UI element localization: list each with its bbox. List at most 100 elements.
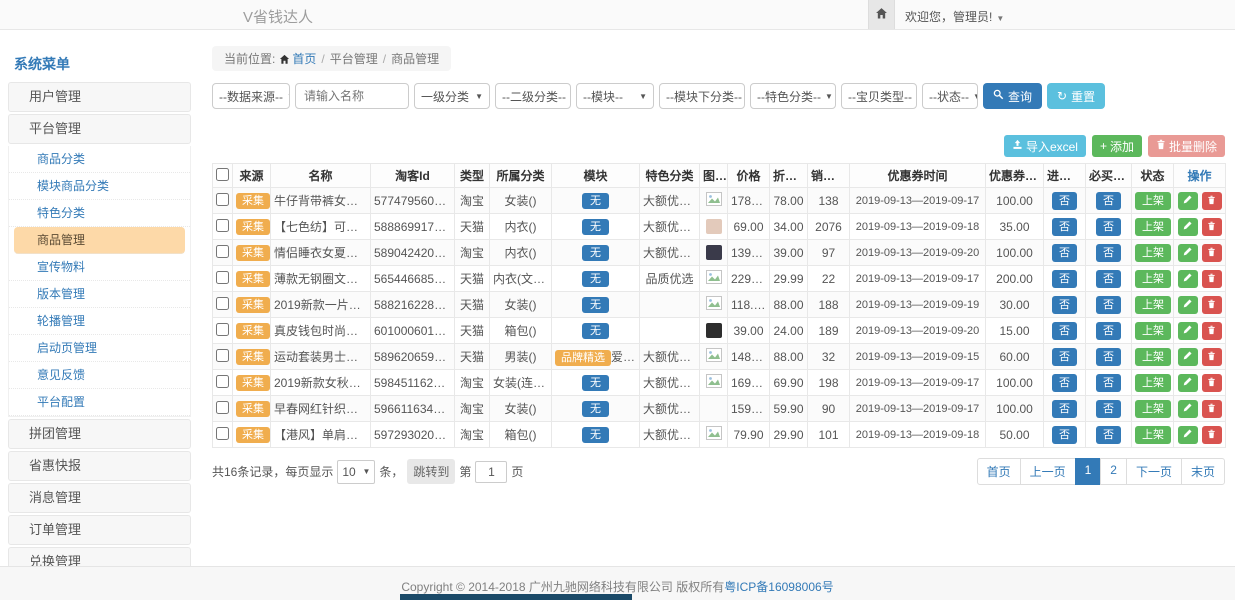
must-buy-button[interactable]: 否: [1096, 348, 1121, 366]
status-button[interactable]: 上架: [1135, 374, 1171, 392]
must-buy-button[interactable]: 否: [1096, 192, 1121, 210]
edit-button[interactable]: [1178, 374, 1198, 392]
delete-button[interactable]: [1202, 400, 1222, 418]
status-button[interactable]: 上架: [1135, 192, 1171, 210]
row-checkbox[interactable]: [216, 375, 229, 388]
delete-button[interactable]: [1202, 218, 1222, 236]
delete-button[interactable]: [1202, 296, 1222, 314]
row-checkbox[interactable]: [216, 219, 229, 232]
status-button[interactable]: 上架: [1135, 270, 1171, 288]
page-number-button[interactable]: 1: [1075, 458, 1102, 485]
must-buy-button[interactable]: 否: [1096, 426, 1121, 444]
must-buy-button[interactable]: 否: [1096, 244, 1121, 262]
last-page-button[interactable]: 末页: [1181, 458, 1225, 485]
breadcrumb-home-link[interactable]: 首页: [292, 52, 316, 66]
row-checkbox[interactable]: [216, 297, 229, 310]
row-checkbox[interactable]: [216, 349, 229, 362]
delete-button[interactable]: [1202, 374, 1222, 392]
delete-button[interactable]: [1202, 322, 1222, 340]
jump-to-button[interactable]: 跳转到: [407, 459, 455, 484]
user-menu[interactable]: 欢迎您，管理员!▼: [905, 8, 1004, 25]
import-optimal-button[interactable]: 否: [1052, 296, 1077, 314]
name-search-input[interactable]: [295, 83, 409, 109]
must-buy-button[interactable]: 否: [1096, 400, 1121, 418]
import-excel-button[interactable]: 导入excel: [1004, 135, 1086, 157]
sidebar-subitem[interactable]: 宣传物料: [9, 254, 190, 281]
home-button[interactable]: [868, 0, 895, 29]
sidebar-subitem[interactable]: 模块商品分类: [9, 173, 190, 200]
must-buy-button[interactable]: 否: [1096, 296, 1121, 314]
status-button[interactable]: 上架: [1135, 218, 1171, 236]
edit-button[interactable]: [1178, 400, 1198, 418]
sidebar-item-user-mgmt[interactable]: 用户管理: [8, 82, 191, 112]
edit-button[interactable]: [1178, 218, 1198, 236]
edit-button[interactable]: [1178, 322, 1198, 340]
delete-button[interactable]: [1202, 244, 1222, 262]
data-source-select[interactable]: --数据来源--▼: [212, 83, 290, 109]
icp-link[interactable]: 粤ICP备16098006号: [724, 580, 833, 594]
level1-category-select[interactable]: 一级分类▼: [414, 83, 490, 109]
item-type-select[interactable]: --宝贝类型--▼: [841, 83, 917, 109]
search-button[interactable]: 查询: [983, 83, 1042, 109]
import-optimal-button[interactable]: 否: [1052, 270, 1077, 288]
per-page-select[interactable]: 10▼: [337, 460, 375, 484]
level2-category-select[interactable]: --二级分类--▼: [495, 83, 571, 109]
sidebar-item[interactable]: 订单管理: [8, 515, 191, 545]
must-buy-button[interactable]: 否: [1096, 218, 1121, 236]
batch-delete-button[interactable]: 批量删除: [1148, 135, 1225, 157]
delete-button[interactable]: [1202, 348, 1222, 366]
sidebar-subitem[interactable]: 版本管理: [9, 281, 190, 308]
first-page-button[interactable]: 首页: [977, 458, 1021, 485]
sidebar-subitem[interactable]: 特色分类: [9, 200, 190, 227]
row-checkbox[interactable]: [216, 401, 229, 414]
delete-button[interactable]: [1202, 426, 1222, 444]
sidebar-subitem[interactable]: 意见反馈: [9, 362, 190, 389]
delete-button[interactable]: [1202, 192, 1222, 210]
reset-button[interactable]: ↻重置: [1047, 83, 1105, 109]
select-all-checkbox[interactable]: [216, 168, 229, 181]
sidebar-item-platform-mgmt[interactable]: 平台管理: [8, 114, 191, 144]
import-optimal-button[interactable]: 否: [1052, 192, 1077, 210]
must-buy-button[interactable]: 否: [1096, 322, 1121, 340]
edit-button[interactable]: [1178, 270, 1198, 288]
edit-button[interactable]: [1178, 348, 1198, 366]
delete-button[interactable]: [1202, 270, 1222, 288]
sidebar-subitem[interactable]: 商品分类: [9, 146, 190, 173]
status-button[interactable]: 上架: [1135, 348, 1171, 366]
row-checkbox[interactable]: [216, 427, 229, 440]
must-buy-button[interactable]: 否: [1096, 270, 1121, 288]
import-optimal-button[interactable]: 否: [1052, 374, 1077, 392]
edit-button[interactable]: [1178, 296, 1198, 314]
feature-category-select[interactable]: --特色分类--▼: [750, 83, 836, 109]
row-checkbox[interactable]: [216, 271, 229, 284]
page-number-button[interactable]: 2: [1100, 458, 1127, 485]
import-optimal-button[interactable]: 否: [1052, 218, 1077, 236]
row-checkbox[interactable]: [216, 193, 229, 206]
must-buy-button[interactable]: 否: [1096, 374, 1121, 392]
status-select[interactable]: --状态--▼: [922, 83, 978, 109]
import-optimal-button[interactable]: 否: [1052, 400, 1077, 418]
row-checkbox[interactable]: [216, 323, 229, 336]
next-page-button[interactable]: 下一页: [1126, 458, 1182, 485]
sidebar-subitem[interactable]: 启动页管理: [9, 335, 190, 362]
status-button[interactable]: 上架: [1135, 322, 1171, 340]
sidebar-subitem[interactable]: 平台配置: [9, 389, 190, 416]
sidebar-subitem[interactable]: 轮播管理: [9, 308, 190, 335]
prev-page-button[interactable]: 上一页: [1020, 458, 1076, 485]
edit-button[interactable]: [1178, 244, 1198, 262]
status-button[interactable]: 上架: [1135, 296, 1171, 314]
edit-button[interactable]: [1178, 426, 1198, 444]
import-optimal-button[interactable]: 否: [1052, 348, 1077, 366]
status-button[interactable]: 上架: [1135, 244, 1171, 262]
sidebar-item[interactable]: 拼团管理: [8, 419, 191, 449]
sidebar-item[interactable]: 消息管理: [8, 483, 191, 513]
page-number-input[interactable]: [475, 461, 507, 483]
status-button[interactable]: 上架: [1135, 426, 1171, 444]
add-button[interactable]: +添加: [1092, 135, 1142, 157]
module-sub-category-select[interactable]: --模块下分类--▼: [659, 83, 745, 109]
import-optimal-button[interactable]: 否: [1052, 426, 1077, 444]
edit-button[interactable]: [1178, 192, 1198, 210]
status-button[interactable]: 上架: [1135, 400, 1171, 418]
row-checkbox[interactable]: [216, 245, 229, 258]
sidebar-subitem[interactable]: 商品管理: [14, 227, 185, 254]
